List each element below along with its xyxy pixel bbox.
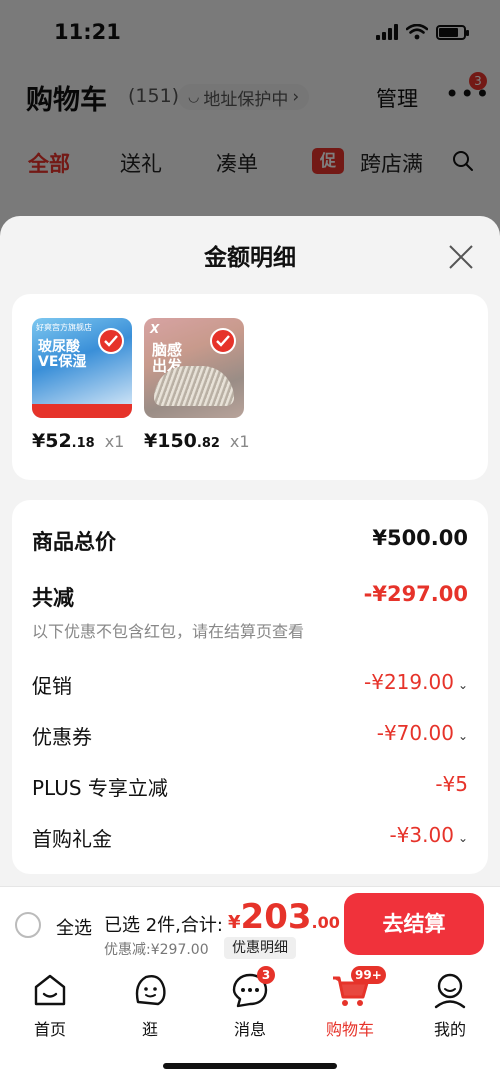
chevron-down-icon: ⌄ xyxy=(457,831,468,845)
total-int: 203 xyxy=(240,897,312,937)
discount-summary: 优惠减:¥297.00 xyxy=(104,942,209,958)
product-qty: x1 xyxy=(229,432,250,451)
product-logo: X xyxy=(150,322,160,336)
tab-messages-label: 消息 xyxy=(233,1020,266,1039)
total-price-label: 商品总价 xyxy=(32,530,116,554)
product-shop-text: 好爽宫方旗舰店 xyxy=(36,323,92,332)
total-reduce-value: -¥297.00 xyxy=(363,582,468,606)
product-image-hyaluronic[interactable]: 好爽宫方旗舰店 玻尿酸 VE保湿 xyxy=(32,318,132,418)
profile-icon xyxy=(434,973,466,1009)
coupon-value: -¥70.00 xyxy=(376,721,454,745)
price-dec: .18 xyxy=(71,436,95,451)
discount-detail-button[interactable]: 优惠明细 xyxy=(224,937,296,959)
product-image-mop[interactable]: X 脑感 出发 xyxy=(144,318,244,418)
checkout-bar: 全选 已选 2件,合计: ¥ 203 .00 优惠减:¥297.00 优惠明细 … xyxy=(0,886,500,962)
select-all-label[interactable]: 全选 xyxy=(56,914,92,940)
total-currency: ¥ xyxy=(228,912,241,933)
total-reduce-label: 共减 xyxy=(32,586,74,610)
home-icon xyxy=(34,974,66,1006)
coupon-value-wrap: -¥70.00 ⌄ xyxy=(377,721,468,745)
amount-breakdown-card: 商品总价 ¥500.00 共减 -¥297.00 以下优惠不包含红包，请在结算页… xyxy=(12,500,488,874)
product-brand-text: 玻尿酸 VE保湿 xyxy=(38,339,87,370)
product-price-1: ¥52 .18 x1 xyxy=(32,430,124,452)
check-icon xyxy=(210,328,236,354)
tab-messages[interactable]: 3 消息 xyxy=(205,966,295,1040)
first-buy-value-wrap: -¥3.00 ⌄ xyxy=(389,823,468,847)
mop-graphic xyxy=(154,366,234,406)
messages-badge: 3 xyxy=(257,966,275,984)
tab-cart[interactable]: 99+ 购物车 xyxy=(305,966,395,1040)
select-all-radio[interactable] xyxy=(15,912,41,938)
price-dec: .82 xyxy=(196,436,220,451)
total-dec: .00 xyxy=(311,913,340,932)
tab-home-label: 首页 xyxy=(33,1020,66,1039)
tab-browse[interactable]: 逛 xyxy=(105,970,195,1040)
tab-mine-label: 我的 xyxy=(433,1020,466,1039)
total-price-value: ¥500.00 xyxy=(372,526,468,550)
selected-items-card: 好爽宫方旗舰店 玻尿酸 VE保湿 ¥52 .18 x1 X 脑感 出发 ¥150 .… xyxy=(12,294,488,480)
promo-value: -¥219.00 xyxy=(364,670,454,694)
plus-label: PLUS 专享立减 xyxy=(32,776,168,800)
tab-home[interactable]: 首页 xyxy=(5,970,95,1040)
checkout-button[interactable]: 去结算 xyxy=(344,893,484,955)
home-indicator xyxy=(163,1063,337,1069)
coupon-label: 优惠券 xyxy=(32,725,92,749)
tab-cart-label: 购物车 xyxy=(325,1020,374,1039)
first-buy-label: 首购礼金 xyxy=(32,827,112,851)
reduce-note: 以下优惠不包含红包，请在结算页查看 xyxy=(32,622,305,641)
promo-value-wrap: -¥219.00 ⌄ xyxy=(364,670,468,694)
price-int: ¥52 xyxy=(32,430,72,452)
total-price: ¥ 203 .00 xyxy=(228,897,340,937)
chevron-down-icon: ⌄ xyxy=(457,678,468,692)
browse-face-icon xyxy=(135,974,166,1006)
promo-label: 促销 xyxy=(32,674,72,698)
sheet-title: 金额明细 xyxy=(204,245,296,271)
tab-browse-label: 逛 xyxy=(141,1020,158,1039)
plus-value: -¥5 xyxy=(435,772,468,796)
product-qty: x1 xyxy=(104,432,125,451)
selected-summary: 已选 2件,合计: xyxy=(104,915,223,936)
chevron-down-icon: ⌄ xyxy=(457,729,468,743)
check-icon xyxy=(98,328,124,354)
price-int: ¥150 xyxy=(144,430,197,452)
cart-badge: 99+ xyxy=(351,966,386,984)
first-buy-value: -¥3.00 xyxy=(389,823,454,847)
close-icon[interactable] xyxy=(446,242,476,272)
product-strip xyxy=(32,404,132,418)
product-price-2: ¥150 .82 x1 xyxy=(144,430,250,452)
tab-mine[interactable]: 我的 xyxy=(405,970,495,1040)
